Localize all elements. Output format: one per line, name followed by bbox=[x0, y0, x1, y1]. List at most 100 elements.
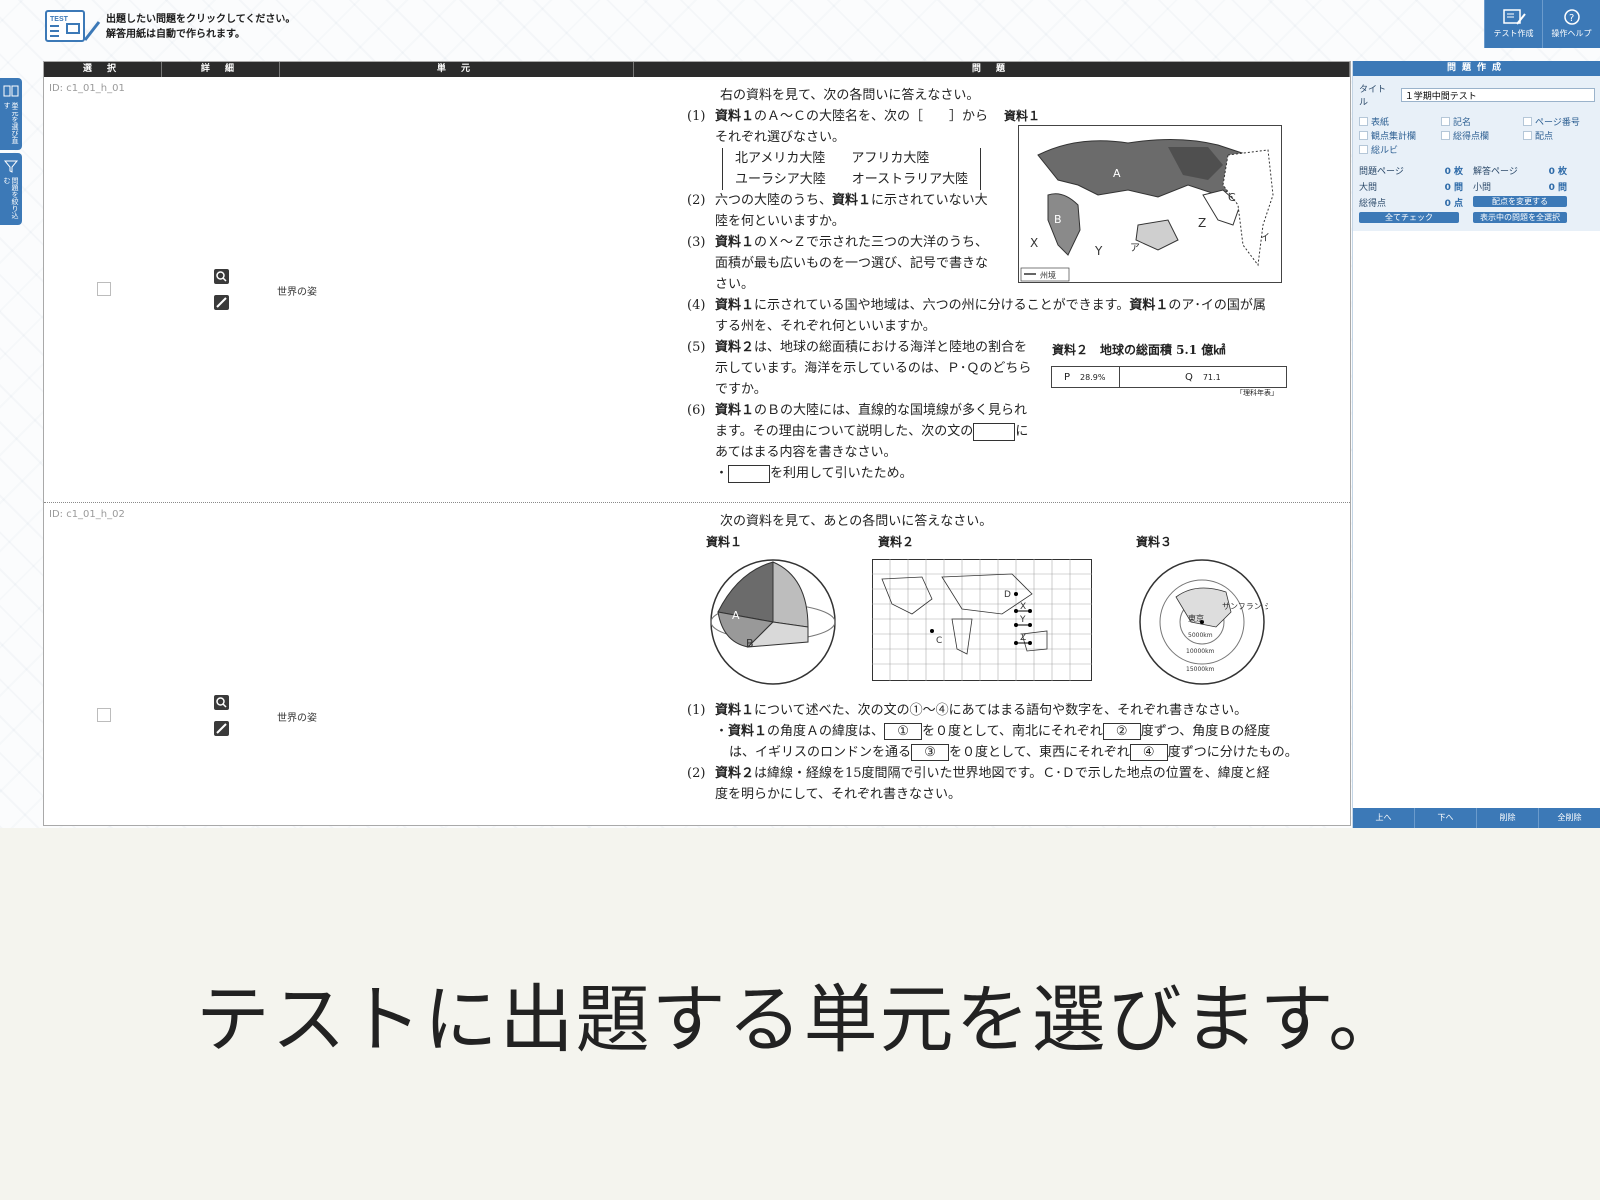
question-row-2[interactable]: ID: c1_01_h_02 世界の姿 次の資料を見て、あとの各問いに答えなさい… bbox=[44, 503, 1350, 823]
option-total-score[interactable]: 総得点欄 bbox=[1441, 129, 1523, 142]
map-legend: 州境 bbox=[1040, 270, 1056, 280]
grid-label-z: Z bbox=[1020, 633, 1026, 643]
q6-line4: ・を利用して引いたため。 bbox=[715, 464, 913, 483]
move-up-button[interactable]: 上へ bbox=[1353, 808, 1415, 828]
filter-questions-label: 問題を絞り込む bbox=[3, 177, 19, 219]
q4-line2: する州を、それぞれ何といいますか。 bbox=[715, 319, 936, 334]
fig2-bar: P 28.9% Q 71.1 bbox=[1051, 366, 1287, 388]
delete-all-button[interactable]: 全削除 bbox=[1539, 808, 1600, 828]
help-button[interactable]: ? 操作ヘルプ bbox=[1542, 0, 1600, 48]
map-label-i-kana: イ bbox=[1260, 233, 1270, 244]
option-page-number[interactable]: ページ番号 bbox=[1523, 115, 1600, 128]
fig2-label: 資料２ bbox=[878, 535, 915, 549]
q3-line1: (3) 資料１のＸ～Ｚで示された三つの大洋のうち、 bbox=[687, 235, 989, 250]
svg-text:?: ? bbox=[1569, 13, 1574, 24]
test-logo-icon: TEST bbox=[45, 10, 101, 42]
filter-icon bbox=[3, 160, 19, 173]
magnifier-icon bbox=[216, 271, 227, 282]
title-label: タイトル bbox=[1359, 85, 1387, 108]
q1-line3: は、イギリスのロンドンを通る ③ を０度として、東西にそれぞれ ④ 度ずつに分けたもの。 bbox=[729, 744, 1298, 761]
zoom-button[interactable] bbox=[214, 269, 229, 284]
delete-button[interactable]: 削除 bbox=[1477, 808, 1539, 828]
azi-10000: 10000km bbox=[1186, 648, 1215, 655]
book-icon bbox=[3, 85, 19, 97]
stat-label: 大問 bbox=[1359, 183, 1378, 193]
test-create-button[interactable]: テスト作成 bbox=[1484, 0, 1542, 48]
question-row-1[interactable]: ID: c1_01_h_01 世界の姿 右の資料を見て、次の各問いに答えなさい。… bbox=[44, 77, 1350, 503]
map-label-c: C bbox=[1228, 191, 1236, 204]
title-input[interactable] bbox=[1400, 88, 1595, 102]
q2-line1: (2) 資料２は緯線・経線を15度間隔で引いた世界地図です。Ｃ･Ｄで示した地点の位… bbox=[687, 766, 1270, 781]
globe-b: B bbox=[746, 637, 754, 650]
side-bottom-buttons: 上へ 下へ 削除 全削除 bbox=[1353, 808, 1600, 828]
option-ruby[interactable]: 総ルビ bbox=[1359, 143, 1441, 156]
answer-blank bbox=[973, 422, 1016, 441]
change-points-button[interactable]: 配点を変更する bbox=[1473, 196, 1567, 207]
q5-line3: ですか。 bbox=[715, 382, 767, 397]
check-all-button[interactable]: 全てチェック bbox=[1359, 212, 1459, 223]
row-id: ID: c1_01_h_02 bbox=[49, 509, 125, 520]
stat-value: 0 枚 bbox=[1444, 167, 1463, 177]
choices-box: 北アメリカ大陸 アフリカ大陸 ユーラシア大陸 オーストラリア大陸 bbox=[722, 148, 982, 190]
pencil-icon bbox=[216, 723, 227, 734]
choices-row2: ユーラシア大陸 オーストラリア大陸 bbox=[735, 172, 969, 187]
option-viewpoint-tally[interactable]: 観点集計欄 bbox=[1359, 129, 1441, 142]
instruction-text: 出題したい問題をクリックしてください。 解答用紙は自動で作られます。 bbox=[106, 12, 295, 42]
globe-figure: A B bbox=[710, 559, 836, 685]
fig1-label: 資料１ bbox=[1004, 109, 1041, 123]
unit-name: 世界の姿 bbox=[277, 287, 317, 298]
column-question: 問 題 bbox=[634, 62, 1350, 77]
stat-label: 問題ページ bbox=[1359, 167, 1404, 177]
q-intro: 右の資料を見て、次の各問いに答えなさい。 bbox=[720, 88, 980, 103]
option-points[interactable]: 配点 bbox=[1523, 129, 1600, 142]
map-label-a: A bbox=[1113, 167, 1121, 180]
choices-row1: 北アメリカ大陸 アフリカ大陸 bbox=[735, 151, 930, 166]
globe-a: A bbox=[732, 609, 740, 622]
fig3-label: 資料３ bbox=[1136, 535, 1173, 549]
checkbox bbox=[1359, 131, 1368, 140]
q1-line1: (1) 資料１について述べた、次の文の①～④にあてはまる語句や数字を、それぞれ書き… bbox=[687, 703, 1248, 718]
fig2-ocean-segment: Q 71.1 bbox=[1184, 371, 1221, 383]
svg-text:TEST: TEST bbox=[50, 16, 69, 23]
map-label-b: B bbox=[1054, 213, 1062, 226]
azi-5000: 5000km bbox=[1188, 632, 1213, 639]
q5-line2: 示しています。海洋を示しているのは、Ｐ･Ｑのどちら bbox=[715, 361, 1032, 376]
q1-line2: それぞれ選びなさい。 bbox=[715, 130, 846, 145]
azimuthal-map-figure: 東京 サンフラン シスコ 5000km 10000km 15000km bbox=[1139, 559, 1268, 685]
edit-button[interactable] bbox=[214, 295, 229, 310]
grid-label-y: Y bbox=[1019, 615, 1026, 625]
q6-line3: あてはまる内容を書きなさい。 bbox=[715, 445, 897, 460]
select-shown-button[interactable]: 表示中の問題を全選択 bbox=[1473, 212, 1567, 223]
row-id: ID: c1_01_h_01 bbox=[49, 83, 125, 94]
edit-button[interactable] bbox=[214, 721, 229, 736]
column-select: 選 択 bbox=[44, 62, 162, 77]
side-header: 問題作成 bbox=[1353, 61, 1600, 76]
q3-line3: さい。 bbox=[715, 277, 755, 292]
column-unit: 単 元 bbox=[280, 62, 634, 77]
pencil-icon bbox=[216, 297, 227, 308]
option-cover[interactable]: 表紙 bbox=[1359, 115, 1441, 128]
move-down-button[interactable]: 下へ bbox=[1415, 808, 1477, 828]
options-grid: 表紙 記名 ページ番号 観点集計欄 総得点欄 配点 総ルビ bbox=[1359, 115, 1595, 156]
reselect-unit-label: 単元を選び直す bbox=[3, 102, 19, 144]
q6-line2: ます。その理由について説明した、次の文のに bbox=[715, 422, 1029, 441]
zoom-button[interactable] bbox=[214, 695, 229, 710]
map-label-y: Y bbox=[1094, 244, 1103, 258]
select-checkbox[interactable] bbox=[97, 282, 111, 296]
answer-blank bbox=[728, 464, 771, 483]
unit-name: 世界の姿 bbox=[277, 713, 317, 724]
title-row: タイトル bbox=[1359, 82, 1595, 108]
column-detail: 詳 細 bbox=[162, 62, 280, 77]
grid-label-c: C bbox=[936, 636, 942, 646]
filter-questions-tab[interactable]: 問題を絞り込む bbox=[0, 153, 22, 225]
grid-map-figure: D X Y Z C bbox=[872, 559, 1092, 681]
q6-line1: (6) 資料１のＢの大陸には、直線的な国境線が多く見られ bbox=[687, 403, 1028, 418]
q1-line2: ・資料１の角度Ａの緯度は、 ① を０度として、南北にそれぞれ ② 度ずつ、角度Ｂの経度 bbox=[715, 723, 1271, 740]
option-name[interactable]: 記名 bbox=[1441, 115, 1523, 128]
stats-grid: 問題ページ 0 枚 解答ページ 0 枚 大問 0 問 小問 0 問 総得点 0 … bbox=[1359, 164, 1595, 223]
app-window: TEST 出題したい問題をクリックしてください。 解答用紙は自動で作られます。 … bbox=[0, 0, 1600, 828]
select-checkbox[interactable] bbox=[97, 708, 111, 722]
test-builder-panel: 問題作成 タイトル 表紙 記名 ページ番号 観点集計欄 総得点欄 配点 総ルビ … bbox=[1352, 61, 1600, 828]
reselect-unit-tab[interactable]: 単元を選び直す bbox=[0, 78, 22, 150]
test-create-label: テスト作成 bbox=[1493, 29, 1534, 38]
